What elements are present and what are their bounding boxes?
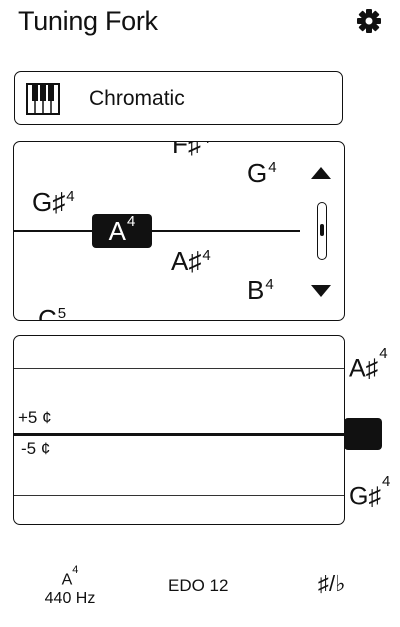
reference-frequency: 440 Hz (44, 590, 96, 608)
pitch-indicator (344, 418, 382, 450)
upper-tolerance-label: +5 ¢ (18, 408, 52, 427)
lower-tolerance-label: -5 ¢ (21, 439, 51, 458)
meter-center-line (14, 433, 344, 436)
piano-keys-icon (26, 82, 60, 116)
accidental-toggle[interactable]: ♯/♭ (318, 571, 346, 597)
scrollbar-thumb[interactable] (320, 224, 324, 236)
reference-pitch-button[interactable]: A4 440 Hz (40, 564, 100, 609)
instrument-selector[interactable]: Chromatic (14, 71, 343, 125)
app-title: Tuning Fork (18, 6, 158, 36)
instrument-label: Chromatic (89, 87, 185, 110)
gear-icon[interactable] (356, 8, 382, 34)
reference-note: A4 (61, 564, 79, 589)
note-a4-selected[interactable]: A4 (92, 213, 152, 248)
tuning-meter: +5 ¢ -5 ¢ (13, 335, 345, 525)
note-c5[interactable]: C5 (38, 305, 66, 320)
triangle-down-icon[interactable] (311, 285, 331, 297)
meter-upper-line (14, 368, 344, 369)
upper-neighbor-note: A♯4 (349, 345, 388, 383)
meter-lower-line (14, 495, 344, 496)
note-fsharp4[interactable]: F♯4 (172, 142, 210, 162)
temperament-button[interactable]: EDO 12 (168, 576, 228, 596)
note-wheel[interactable]: F♯4 G4 G♯4 A4 A♯4 B4 C5 (13, 141, 345, 321)
wheel-line (14, 230, 300, 232)
lower-neighbor-note: G♯4 (349, 473, 391, 511)
note-asharp4[interactable]: A♯4 (171, 247, 211, 279)
note-gsharp4[interactable]: G♯4 (32, 188, 75, 220)
triangle-up-icon[interactable] (311, 167, 331, 179)
wheel-scrollbar[interactable] (317, 202, 327, 260)
note-b4[interactable]: B4 (247, 276, 274, 308)
note-g4[interactable]: G4 (247, 159, 277, 191)
